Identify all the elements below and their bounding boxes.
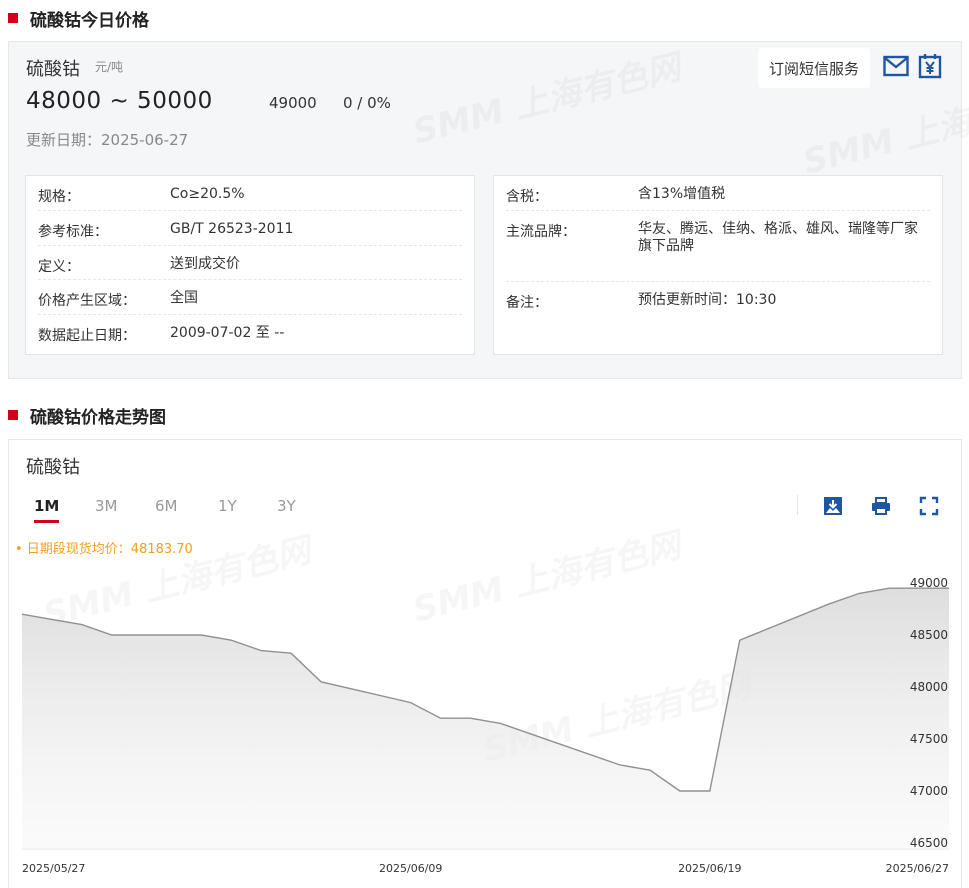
spec-info-box: 规格： Co≥20.5% 参考标准： GB/T 26523-2011 定义： 送…: [25, 175, 475, 355]
series-area: [22, 588, 949, 849]
info-value: 华友、腾远、佳纳、格派、雄风、瑞隆等厂家旗下品牌: [638, 221, 918, 254]
subscribe-sms-button[interactable]: 订阅短信服务: [758, 48, 870, 88]
x-tick-label: 2025/06/27: [886, 862, 949, 875]
x-tick-label: 2025/05/27: [22, 862, 85, 875]
y-tick-label: 47500: [910, 732, 948, 746]
y-tick-label: 48500: [910, 628, 948, 642]
x-tick-label: 2025/06/19: [678, 862, 741, 875]
info-value: 送到成交价: [170, 256, 240, 272]
info-key: 定义：: [38, 259, 80, 275]
info-key: 价格产生区域：: [38, 293, 136, 309]
info-row: 价格产生区域： 全国: [38, 280, 462, 315]
info-value: 全国: [170, 290, 198, 306]
info-row: 定义： 送到成交价: [38, 246, 462, 280]
section-marker: [8, 13, 18, 23]
x-tick-label: 2025/06/09: [379, 862, 442, 875]
info-value: GB/T 26523-2011: [170, 221, 294, 237]
info-key: 数据起止日期：: [38, 328, 136, 344]
section-title: 硫酸钴价格走势图: [30, 407, 166, 428]
info-row: 含税： 含13%增值税: [506, 176, 930, 211]
info-key: 参考标准：: [38, 224, 108, 240]
section-title: 硫酸钴今日价格: [30, 10, 149, 31]
price-trend-chart: 46500 47000 47500 48000 48500 49000 2025/05/27…: [21, 576, 949, 875]
info-key: 含税：: [506, 189, 548, 205]
average-price: 49000: [269, 94, 317, 112]
update-date: 更新日期：2025-06-27: [26, 131, 189, 149]
y-tick-label: 47000: [910, 784, 948, 798]
info-key: 规格：: [38, 189, 80, 205]
y-tick-label: 49000: [910, 576, 948, 590]
product-name: 硫酸钴: [26, 59, 80, 80]
section-header-price-trend: 硫酸钴价格走势图: [8, 401, 166, 429]
info-row: 数据起止日期： 2009-07-02 至 --: [38, 315, 462, 350]
info-row: 主流品牌： 华友、腾远、佳纳、格派、雄风、瑞隆等厂家旗下品牌: [506, 211, 930, 282]
price-change: 0 / 0%: [343, 94, 391, 112]
chart-panel: 硫酸钴 1M 3M 6M 1Y 3Y • 日期段现货均价：48183.70 SM…: [8, 439, 962, 888]
info-value: 预估更新时间：10:30: [638, 292, 777, 308]
watermark: SMM 上海有色网: [409, 47, 685, 153]
section-marker: [8, 410, 18, 420]
y-tick-label: 48000: [910, 680, 948, 694]
price-panel: 硫酸钴 元/吨 48000 ~ 50000 49000 0 / 0% 更新日期：…: [8, 41, 969, 379]
info-value: Co≥20.5%: [170, 186, 245, 202]
info-value: 2009-07-02 至 --: [170, 325, 285, 341]
price-range: 48000 ~ 50000: [26, 88, 213, 114]
yen-icon[interactable]: [918, 53, 942, 79]
y-tick-label: 46500: [910, 836, 948, 850]
info-row: 参考标准： GB/T 26523-2011: [38, 211, 462, 246]
brand-info-box: 含税： 含13%增值税 主流品牌： 华友、腾远、佳纳、格派、雄风、瑞隆等厂家旗下…: [493, 175, 943, 355]
mail-icon[interactable]: [883, 55, 909, 77]
info-key: 备注：: [506, 295, 548, 311]
info-row: 备注： 预估更新时间：10:30: [506, 282, 930, 317]
info-row: 规格： Co≥20.5%: [38, 176, 462, 211]
info-value: 含13%增值税: [638, 186, 726, 202]
price-unit: 元/吨: [95, 60, 124, 74]
info-key: 主流品牌：: [506, 224, 576, 240]
section-header-today-price: 硫酸钴今日价格: [8, 4, 149, 32]
